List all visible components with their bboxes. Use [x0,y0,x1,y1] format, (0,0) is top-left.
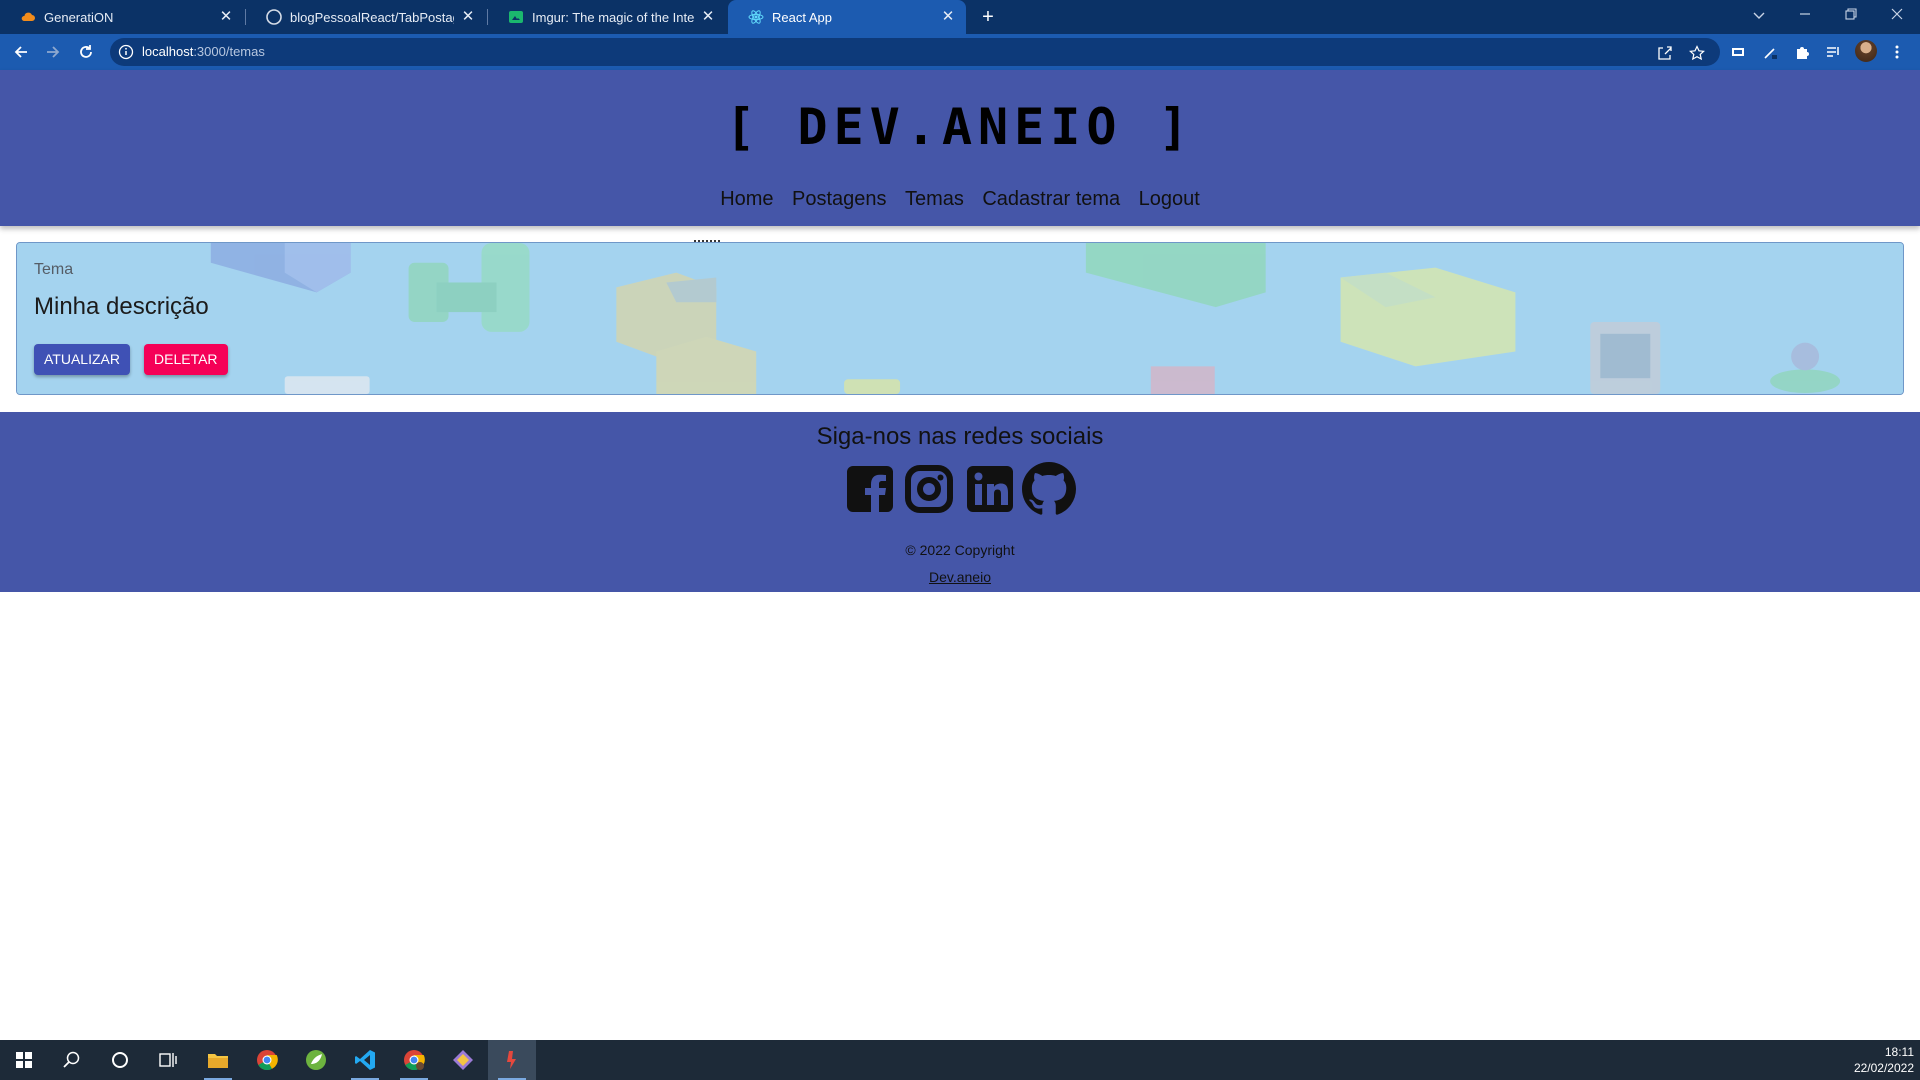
copyright-text: © 2022 Copyright [905,542,1015,558]
windows-start-icon[interactable] [0,1040,48,1080]
cloud-icon [20,9,36,25]
close-icon[interactable]: ✕ [218,9,234,25]
git-kraken-icon[interactable] [439,1040,487,1080]
update-button[interactable]: Atualizar [34,344,130,375]
linkedin-icon[interactable] [963,462,1017,516]
extension-cast-icon[interactable] [1729,43,1747,61]
forward-arrow-icon[interactable] [41,40,65,64]
nav-temas[interactable]: Temas [905,188,964,211]
tab-github[interactable]: blogPessoalReact/TabPostagem.t ✕ [246,0,486,34]
nav-postagens[interactable]: Postagens [792,188,887,211]
system-clock[interactable]: 18:11 22/02/2022 [1854,1044,1914,1076]
chrome-icon[interactable] [243,1040,291,1080]
cortana-icon[interactable] [96,1040,144,1080]
tab-title: Imgur: The magic of the Internet [532,9,694,25]
card-background-illustration [17,243,1903,394]
window-close-icon[interactable] [1874,0,1920,30]
reload-icon[interactable] [74,40,98,64]
footer-title: Siga-nos nas redes sociais [816,423,1104,450]
tab-imgur[interactable]: Imgur: The magic of the Internet ✕ [488,0,726,34]
tab-generation[interactable]: GeneratiON ✕ [0,0,244,34]
card-description: Minha descrição [34,293,209,320]
clock-date: 22/02/2022 [1853,1061,1914,1075]
url-host: localhost [142,44,194,59]
clock-time: 18:11 [1884,1045,1914,1059]
github-icon[interactable] [1022,462,1076,516]
tab-react-app[interactable]: React App ✕ [728,0,966,34]
nav-cadastrar-tema[interactable]: Cadastrar tema [982,188,1120,211]
star-icon[interactable] [1688,44,1706,62]
instagram-icon[interactable] [902,462,956,516]
site-footer: Siga-nos nas redes sociais © 2022 Copyri… [0,412,1920,592]
share-icon[interactable] [1656,44,1674,62]
main-nav: Home Postagens Temas Cadastrar tema Logo… [0,188,1920,211]
postman-icon[interactable] [488,1040,536,1080]
site-logo[interactable]: [ DEV.ANEIO ] [0,98,1920,156]
task-view-icon[interactable] [144,1040,192,1080]
tab-title: blogPessoalReact/TabPostagem.t [290,9,454,25]
card-label: Tema [34,261,74,278]
chrome-profile-icon[interactable] [390,1040,438,1080]
back-arrow-icon[interactable] [9,40,33,64]
url-text: localhost:3000/temas [142,44,265,59]
media-list-icon[interactable] [1824,43,1842,61]
close-icon[interactable]: ✕ [940,9,956,25]
minimize-icon[interactable] [1782,0,1828,30]
nav-home[interactable]: Home [720,188,773,211]
nav-logout[interactable]: Logout [1139,188,1200,211]
menu-dots-icon[interactable] [1888,43,1906,61]
browser-tab-strip: GeneratiON ✕ blogPessoalReact/TabPostage… [0,0,1920,34]
close-icon[interactable]: ✕ [460,9,476,25]
site-header: [ DEV.ANEIO ] Home Postagens Temas Cadas… [0,70,1920,226]
search-icon[interactable] [48,1040,96,1080]
file-explorer-icon[interactable] [194,1040,242,1080]
profile-avatar[interactable] [1855,40,1877,62]
imgur-icon [508,9,524,25]
taskbar: 18:11 22/02/2022 [0,1040,1920,1080]
info-icon[interactable] [118,44,134,60]
tab-search-icon[interactable] [1736,0,1782,30]
tab-title: React App [772,9,832,25]
close-icon[interactable]: ✕ [700,9,716,25]
brand-link[interactable]: Dev.aneio [0,569,1920,585]
spring-tools-icon[interactable] [292,1040,340,1080]
new-tab-button[interactable]: + [976,5,1000,29]
address-bar[interactable]: localhost:3000/temas [110,38,1720,66]
browser-toolbar: localhost:3000/temas [0,34,1920,70]
url-path: :3000/temas [193,44,265,59]
puzzle-icon[interactable] [1793,43,1811,61]
github-icon [266,9,282,25]
facebook-icon[interactable] [843,462,897,516]
tab-title: GeneratiON [44,9,114,25]
tema-card: Tema Minha descrição Atualizar Deletar [16,242,1904,395]
react-icon [748,9,764,25]
extension-pen-icon[interactable] [1762,43,1780,61]
restore-icon[interactable] [1828,0,1874,30]
delete-button[interactable]: Deletar [144,344,228,375]
vscode-icon[interactable] [341,1040,389,1080]
